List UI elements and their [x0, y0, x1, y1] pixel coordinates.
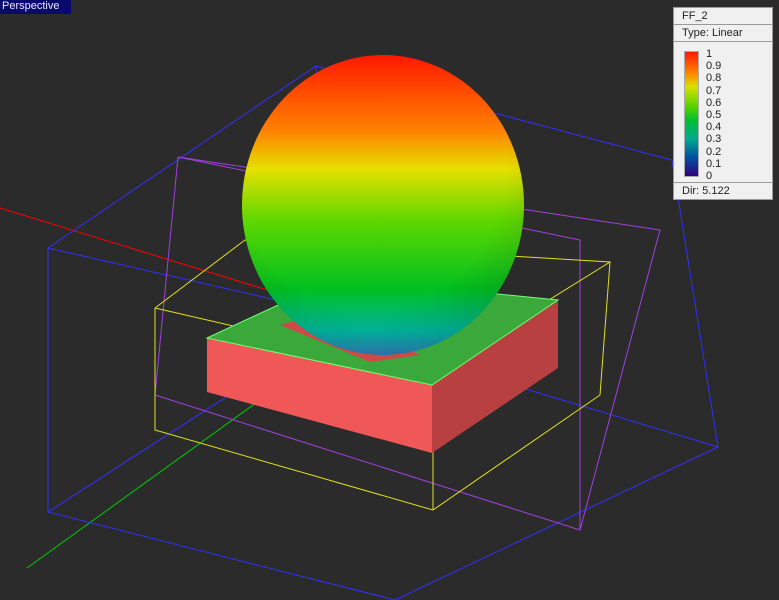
legend-tick: 0.7	[706, 84, 722, 97]
legend-tick: 0.2	[706, 145, 722, 158]
color-legend: FF_2 Type: Linear 1 0.9 0.8 0.7 0.6 0.5 …	[673, 7, 773, 200]
legend-type: Type: Linear	[674, 25, 772, 42]
viewport-label: Perspective	[0, 0, 72, 14]
legend-tick: 1	[706, 48, 713, 60]
legend-ticks: 1 0.9 0.8 0.7 0.6 0.5 0.4 0.3 0.2 0.1 0	[706, 48, 721, 182]
scene[interactable]	[0, 0, 779, 600]
legend-tick: 0.4	[706, 121, 722, 134]
legend-tick: 0.1	[706, 157, 722, 170]
legend-colorbar	[684, 51, 699, 177]
viewport-3d[interactable]: Perspective FF_2 Type: Linear 1 0.9 0.8 …	[0, 0, 779, 600]
legend-directivity: Dir: 5.122	[674, 182, 772, 199]
legend-title: FF_2	[674, 8, 772, 25]
legend-tick: 0	[706, 170, 713, 183]
y-axis	[26, 399, 261, 569]
legend-tick: 0.5	[706, 109, 722, 122]
legend-tick: 0.9	[706, 60, 722, 73]
legend-tick: 0.6	[706, 96, 722, 109]
legend-tick: 0.8	[706, 72, 722, 85]
legend-tick: 0.3	[706, 133, 722, 146]
radiation-pattern-sphere	[242, 55, 524, 355]
